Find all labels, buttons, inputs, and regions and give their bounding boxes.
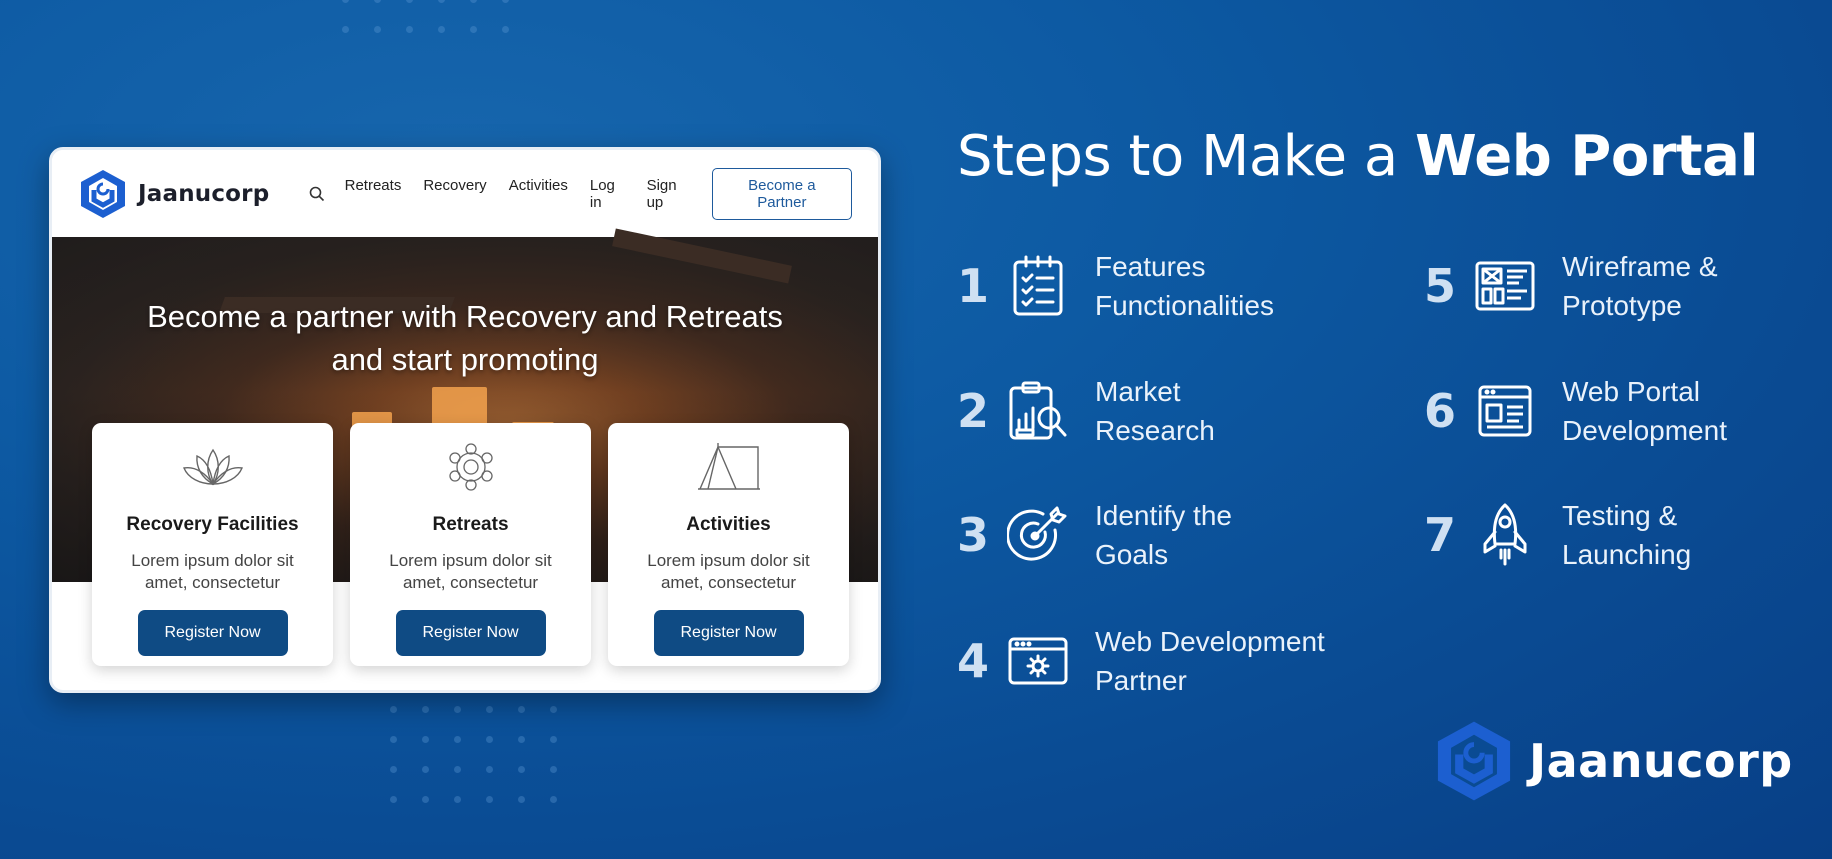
step-7: 7 Testing & Launching bbox=[1424, 496, 1691, 574]
step-5: 5 Wireframe & Prototype bbox=[1424, 247, 1718, 325]
page-heading: Steps to Make a Web Portal bbox=[957, 124, 1759, 189]
nav-link-recovery[interactable]: Recovery bbox=[423, 177, 486, 211]
step-label: Identify the Goals bbox=[1095, 496, 1232, 574]
heading-normal: Steps to Make a bbox=[957, 124, 1415, 189]
jaanucorp-logo-icon bbox=[81, 169, 125, 218]
step-label-line1: Wireframe & bbox=[1562, 251, 1718, 282]
mockup-nav-links: Retreats Recovery Activities Log in Sign… bbox=[345, 177, 690, 211]
step-label-line2: Development bbox=[1562, 415, 1727, 446]
target-icon bbox=[1006, 503, 1070, 567]
register-now-button[interactable]: Register Now bbox=[137, 610, 288, 656]
mockup-navbar: Jaanucorp Retreats Recovery Activities L… bbox=[52, 150, 878, 237]
step-3: 3 Identify the Goals bbox=[957, 496, 1232, 574]
step-number: 6 bbox=[1424, 384, 1457, 438]
step-label-line2: Prototype bbox=[1562, 290, 1682, 321]
card-retreats: Retreats Lorem ipsum dolor sit amet, con… bbox=[350, 423, 591, 666]
card-description: Lorem ipsum dolor sit amet, consectetur bbox=[131, 551, 294, 592]
step-label-line2: Research bbox=[1095, 415, 1215, 446]
search-icon[interactable] bbox=[307, 184, 326, 204]
step-2: 2 Market Research bbox=[957, 372, 1215, 450]
card-title: Recovery Facilities bbox=[126, 514, 299, 535]
jaanucorp-logo-icon bbox=[1437, 721, 1511, 801]
checklist-icon bbox=[1006, 254, 1070, 318]
nav-link-login[interactable]: Log in bbox=[590, 177, 625, 211]
service-cards: Recovery Facilities Lorem ipsum dolor si… bbox=[92, 423, 849, 666]
register-now-button[interactable]: Register Now bbox=[653, 610, 804, 656]
research-report-icon bbox=[1006, 379, 1070, 443]
nav-link-retreats[interactable]: Retreats bbox=[345, 177, 402, 211]
step-number: 5 bbox=[1424, 259, 1457, 313]
rocket-icon bbox=[1473, 503, 1537, 567]
hero-roof-decoration bbox=[612, 228, 792, 284]
register-now-button[interactable]: Register Now bbox=[395, 610, 546, 656]
decorative-dots-bottom bbox=[390, 706, 558, 803]
nav-link-signup[interactable]: Sign up bbox=[647, 177, 690, 211]
step-number: 7 bbox=[1424, 508, 1457, 562]
floral-wreath-icon bbox=[443, 439, 499, 494]
mockup-logo-text: Jaanucorp bbox=[138, 180, 270, 207]
card-description: Lorem ipsum dolor sit amet, consectetur bbox=[389, 551, 552, 592]
browser-gear-icon bbox=[1006, 629, 1070, 693]
website-mockup: Jaanucorp Retreats Recovery Activities L… bbox=[49, 147, 881, 693]
step-label-line1: Testing & bbox=[1562, 500, 1678, 531]
nav-link-activities[interactable]: Activities bbox=[509, 177, 568, 211]
step-number: 2 bbox=[957, 384, 990, 438]
heading-bold: Web Portal bbox=[1414, 124, 1759, 189]
step-number: 3 bbox=[957, 508, 990, 562]
hero-window-light bbox=[432, 387, 487, 427]
step-label: Web Portal Development bbox=[1562, 372, 1727, 450]
card-activities: Activities Lorem ipsum dolor sit amet, c… bbox=[608, 423, 849, 666]
step-label: Testing & Launching bbox=[1562, 496, 1691, 574]
card-title: Activities bbox=[686, 514, 771, 535]
card-recovery-facilities: Recovery Facilities Lorem ipsum dolor si… bbox=[92, 423, 333, 666]
decorative-dots-top bbox=[342, 0, 510, 33]
hero-title: Become a partner with Recovery and Retre… bbox=[52, 295, 878, 381]
step-4: 4 Web Development Partner bbox=[957, 622, 1325, 700]
brand-name: Jaanucorp bbox=[1529, 734, 1793, 788]
step-label-line1: Web Development bbox=[1095, 626, 1325, 657]
card-title: Retreats bbox=[432, 514, 509, 535]
lotus-icon bbox=[178, 439, 248, 494]
brand-logo: Jaanucorp bbox=[1433, 716, 1793, 806]
step-label-line2: Functionalities bbox=[1095, 290, 1274, 321]
hero-title-line1: Become a partner with Recovery and Retre… bbox=[147, 299, 783, 334]
step-number: 1 bbox=[957, 259, 990, 313]
step-label-line2: Launching bbox=[1562, 539, 1692, 570]
hero-title-line2: and start promoting bbox=[331, 342, 599, 377]
step-label-line1: Market bbox=[1095, 376, 1181, 407]
wireframe-icon bbox=[1473, 254, 1537, 318]
step-1: 1 Features Functionalities bbox=[957, 247, 1274, 325]
tent-icon bbox=[696, 439, 762, 494]
step-label-line2: Partner bbox=[1095, 665, 1187, 696]
step-label-line1: Identify the bbox=[1095, 500, 1232, 531]
become-partner-button[interactable]: Become a Partner bbox=[711, 167, 852, 220]
step-6: 6 Web Portal Development bbox=[1424, 372, 1727, 450]
web-layout-icon bbox=[1473, 379, 1537, 443]
step-number: 4 bbox=[957, 634, 990, 688]
step-label: Features Functionalities bbox=[1095, 247, 1274, 325]
step-label: Market Research bbox=[1095, 372, 1215, 450]
mockup-logo[interactable]: Jaanucorp bbox=[78, 168, 269, 220]
step-label-line1: Web Portal bbox=[1562, 376, 1700, 407]
step-label-line1: Features bbox=[1095, 251, 1206, 282]
step-label-line2: Goals bbox=[1095, 539, 1169, 570]
step-label: Web Development Partner bbox=[1095, 622, 1325, 700]
card-description: Lorem ipsum dolor sit amet, consectetur bbox=[647, 551, 810, 592]
step-label: Wireframe & Prototype bbox=[1562, 247, 1718, 325]
